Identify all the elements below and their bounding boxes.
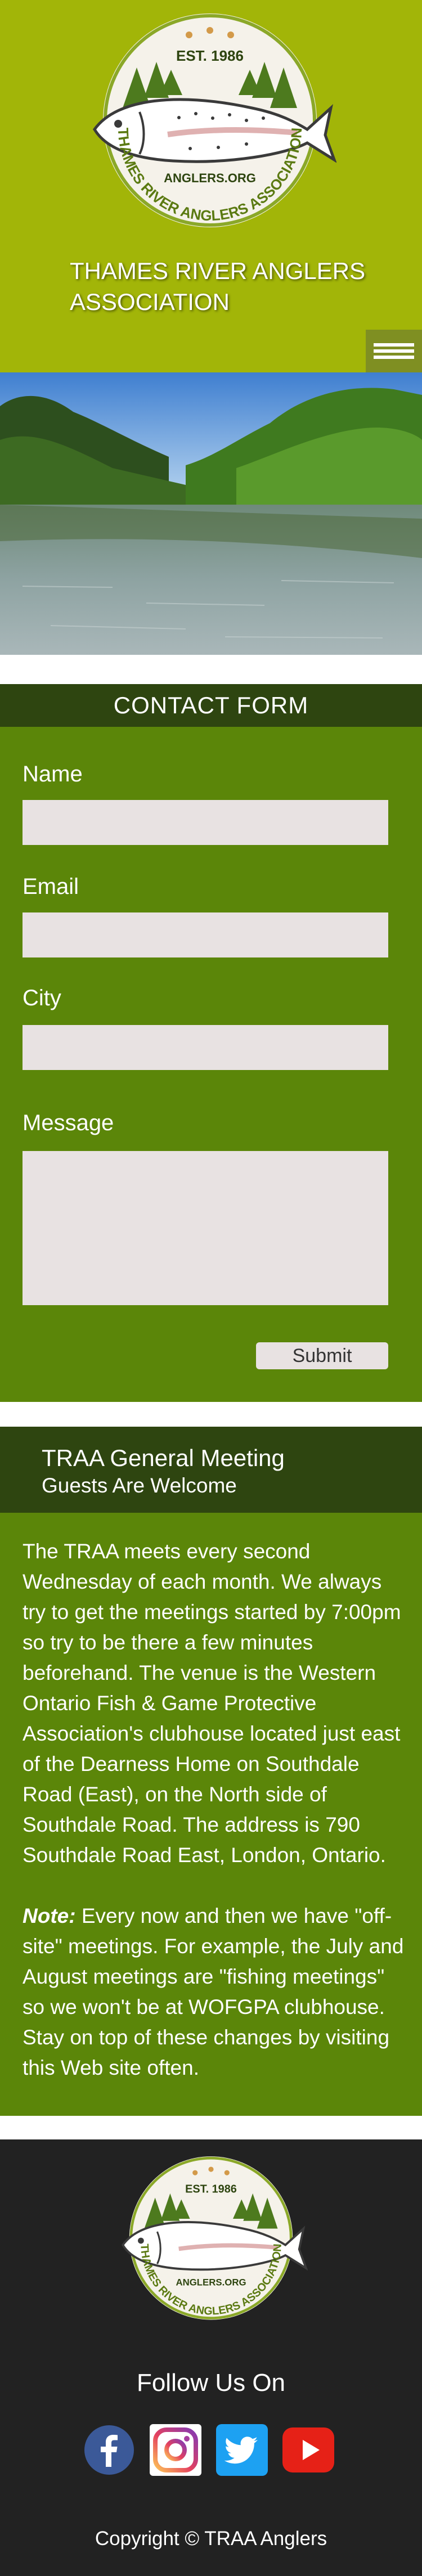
traa-logo[interactable]: EST. 1986 ANGLERS.ORG THAMES RIVER ANGLE…	[83, 14, 336, 239]
logo-est-text: EST. 1986	[176, 47, 244, 64]
footer-logo-est-text: EST. 1986	[185, 2183, 237, 2195]
name-label: Name	[23, 762, 83, 786]
footer-traa-logo[interactable]: EST. 1986 ANGLERS.ORG THAMES RIVER ANGLE…	[114, 2155, 308, 2330]
meeting-note: Note: Every now and then we have "off-si…	[23, 1901, 405, 2083]
note-text: Every now and then we have "off-site" me…	[23, 1904, 404, 2079]
city-input[interactable]	[23, 1025, 388, 1070]
hero-river-image	[0, 372, 422, 655]
contact-form: Name Email City Message Submit	[0, 727, 422, 1402]
contact-form-heading: CONTACT FORM	[0, 684, 422, 727]
email-input[interactable]	[23, 912, 388, 957]
copyright-text: Copyright © TRAA Anglers	[95, 2528, 327, 2550]
follow-us-heading: Follow Us On	[136, 2369, 286, 2397]
site-footer: EST. 1986 ANGLERS.ORG THAMES RIVER ANGLE…	[0, 2139, 422, 2576]
meeting-section: The TRAA meets every second Wednesday of…	[0, 1513, 422, 2116]
city-label: City	[23, 986, 61, 1010]
message-textarea[interactable]	[23, 1151, 388, 1305]
site-header: EST. 1986 ANGLERS.ORG THAMES RIVER ANGLE…	[0, 0, 422, 372]
site-title[interactable]: THAMES RIVER ANGLERS ASSOCIATION	[70, 255, 385, 317]
youtube-icon[interactable]	[282, 2424, 334, 2476]
name-input[interactable]	[23, 800, 388, 845]
instagram-icon[interactable]	[150, 2424, 201, 2476]
email-label: Email	[23, 874, 79, 899]
note-label: Note:	[23, 1904, 76, 1927]
twitter-icon[interactable]	[216, 2424, 268, 2476]
footer-logo-domain-text: ANGLERS.ORG	[176, 2277, 246, 2287]
submit-button[interactable]: Submit	[256, 1342, 388, 1369]
meeting-description: The TRAA meets every second Wednesday of…	[23, 1540, 401, 1867]
message-label: Message	[23, 1111, 114, 1135]
meeting-subtitle: Guests Are Welcome	[42, 1474, 237, 1497]
meeting-header: TRAA General Meeting Guests Are Welcome	[0, 1427, 422, 1513]
meeting-title: TRAA General Meeting	[42, 1445, 285, 1471]
logo-domain-text: ANGLERS.ORG	[164, 171, 256, 185]
menu-toggle-button[interactable]	[366, 330, 422, 372]
facebook-icon[interactable]	[83, 2424, 135, 2476]
